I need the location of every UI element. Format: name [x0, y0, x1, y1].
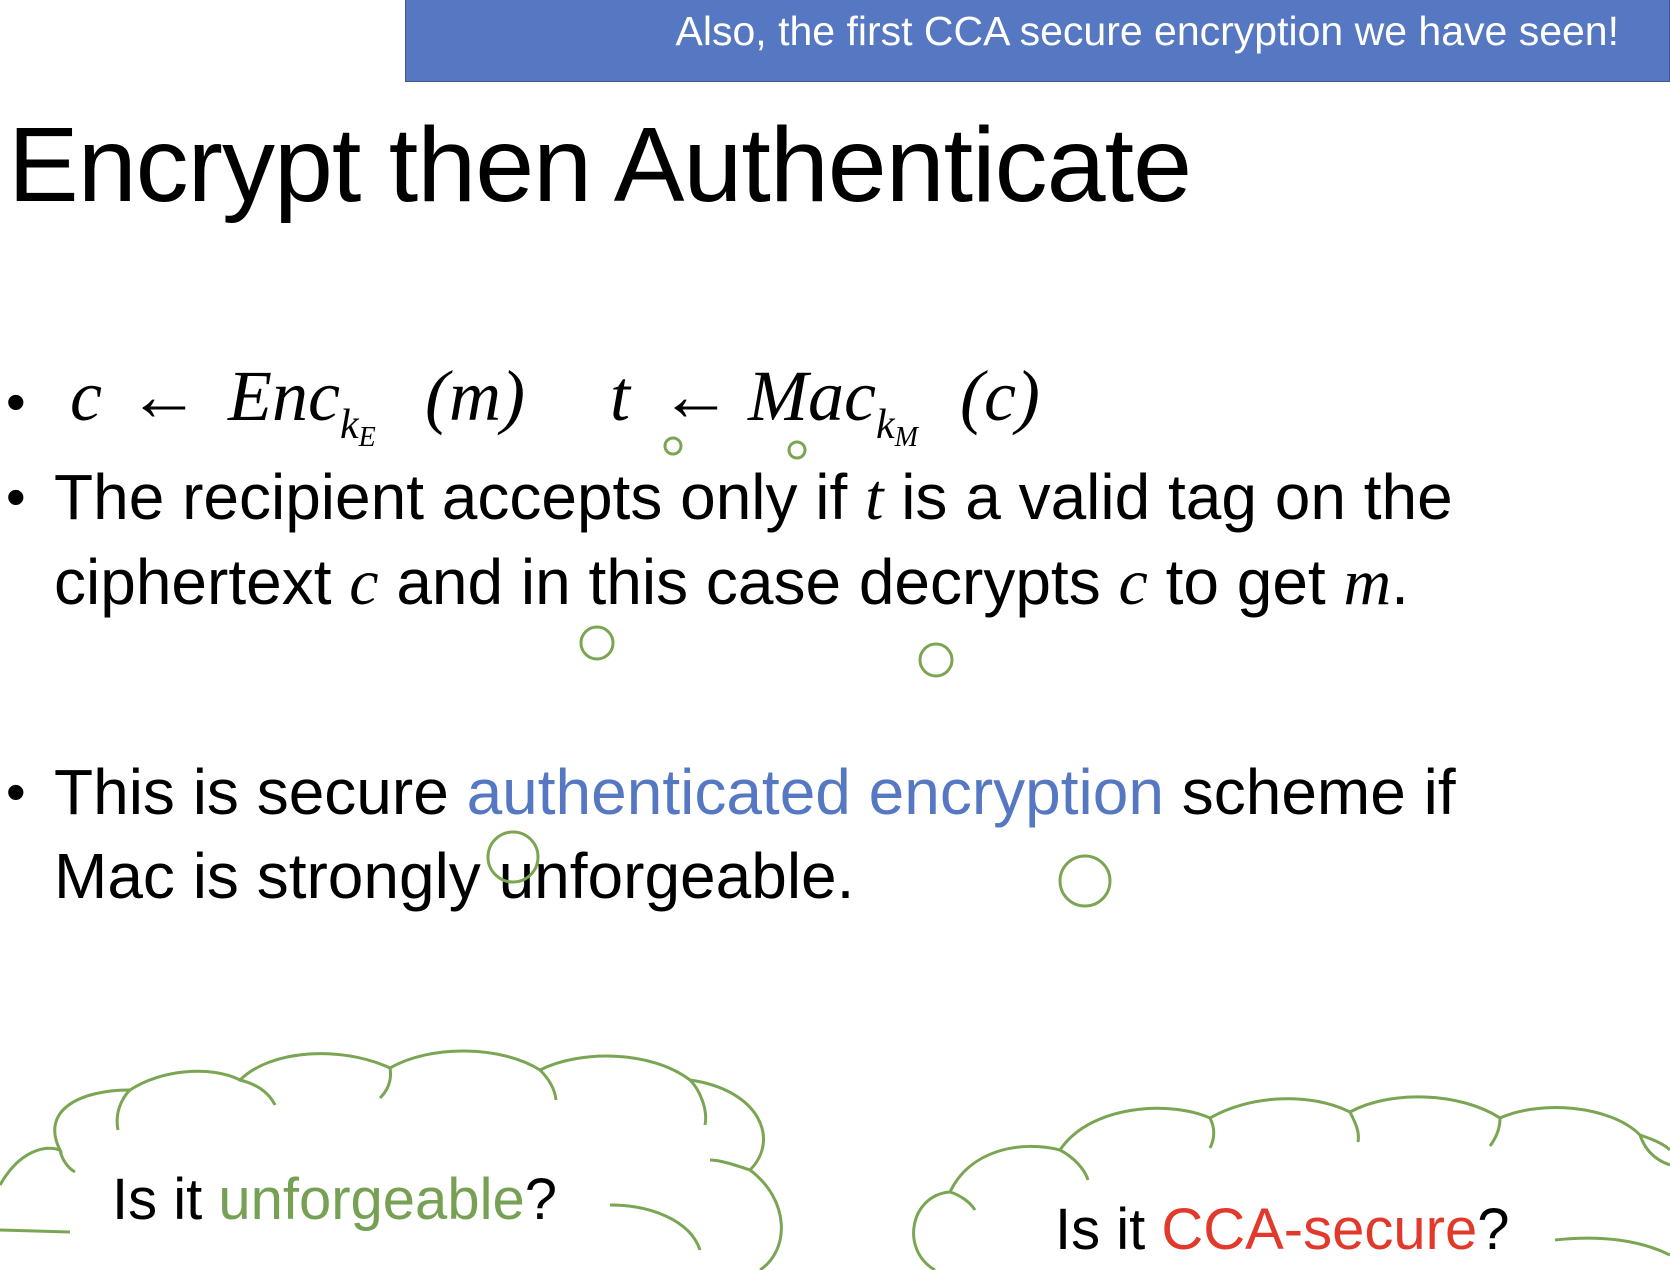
cloud-right-text: Is it CCA-secure?: [1055, 1197, 1510, 1262]
thought-circle-small-2: [787, 440, 807, 460]
highlight-cca-secure: CCA-secure: [1161, 1197, 1478, 1262]
thought-circle-large-1: [486, 830, 540, 884]
highlight-unforgeable: unforgeable: [218, 1167, 525, 1232]
cloud-left: [0, 1049, 783, 1270]
thought-circle-small-1: [663, 436, 683, 456]
thought-circle-medium-1: [579, 625, 615, 661]
thought-circle-medium-2: [918, 642, 954, 678]
thought-cloud-overlay: [0, 436, 1670, 1270]
thought-circle-large-2: [1058, 854, 1112, 908]
cloud-left-text: Is it unforgeable?: [112, 1167, 557, 1232]
